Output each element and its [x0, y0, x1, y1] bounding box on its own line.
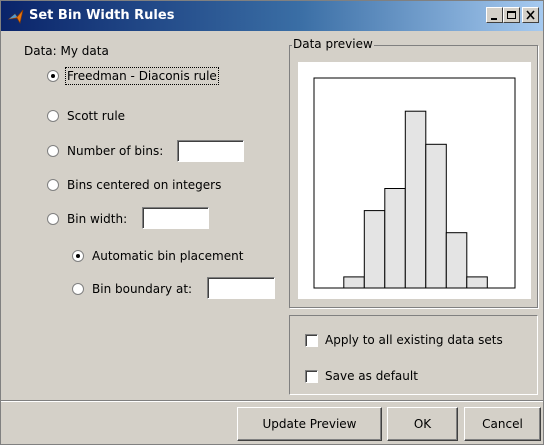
preview-canvas	[298, 62, 531, 299]
matlab-logo-icon	[8, 9, 24, 24]
histogram-bar	[404, 110, 427, 289]
close-icon	[526, 10, 535, 20]
rule-label-number-of-bins: Number of bins:	[67, 144, 164, 158]
placement-label-bin-boundary: Bin boundary at:	[92, 282, 193, 296]
save-default-label: Save as default	[325, 369, 418, 383]
radio-scott-rule[interactable]	[47, 110, 59, 122]
rule-label-bins-centered-integers: Bins centered on integers	[67, 178, 222, 192]
histogram-bar	[363, 210, 386, 289]
radio-bin-width[interactable]	[47, 213, 59, 225]
window-title: Set Bin Width Rules	[29, 8, 175, 23]
number-of-bins-input[interactable]	[177, 140, 244, 162]
histogram-bar	[343, 276, 365, 289]
close-button[interactable]	[522, 7, 539, 23]
minimize-icon	[491, 18, 497, 20]
radio-automatic-bin-placement[interactable]	[72, 250, 84, 262]
rule-label-scott: Scott rule	[67, 109, 126, 123]
radio-freedman-diaconis[interactable]	[47, 70, 59, 82]
rule-label-bin-width: Bin width:	[67, 212, 128, 226]
cancel-button[interactable]: Cancel	[464, 407, 541, 441]
radio-bins-centered-integers[interactable]	[47, 179, 59, 191]
radio-number-of-bins[interactable]	[47, 145, 59, 157]
maximize-button[interactable]	[503, 7, 520, 23]
ok-button[interactable]: OK	[387, 407, 458, 441]
histogram-bar	[425, 143, 447, 289]
placement-label-automatic: Automatic bin placement	[92, 249, 244, 263]
rule-label-freedman-diaconis: Freedman - Diaconis rule	[65, 67, 219, 85]
bin-width-input[interactable]	[142, 207, 209, 229]
options-panel	[289, 315, 538, 395]
histogram-chart	[313, 77, 516, 289]
data-label: Data: My data	[24, 44, 109, 58]
radio-bin-boundary-at[interactable]	[72, 283, 84, 295]
update-preview-button[interactable]: Update Preview	[237, 407, 382, 441]
maximize-icon	[507, 11, 516, 19]
histogram-bar	[466, 276, 488, 289]
apply-all-label: Apply to all existing data sets	[325, 333, 503, 347]
title-bar[interactable]: Set Bin Width Rules	[1, 1, 543, 31]
histogram-bar	[384, 188, 406, 289]
minimize-button[interactable]	[486, 7, 503, 23]
dialog-window: Set Bin Width Rules Data: My data Freedm…	[0, 0, 544, 445]
bottom-separator	[1, 400, 543, 402]
histogram-bar	[445, 232, 468, 289]
save-default-checkbox[interactable]	[305, 370, 318, 383]
bin-boundary-input[interactable]	[207, 277, 275, 299]
data-preview-title: Data preview	[292, 37, 374, 51]
apply-all-checkbox[interactable]	[305, 334, 318, 347]
